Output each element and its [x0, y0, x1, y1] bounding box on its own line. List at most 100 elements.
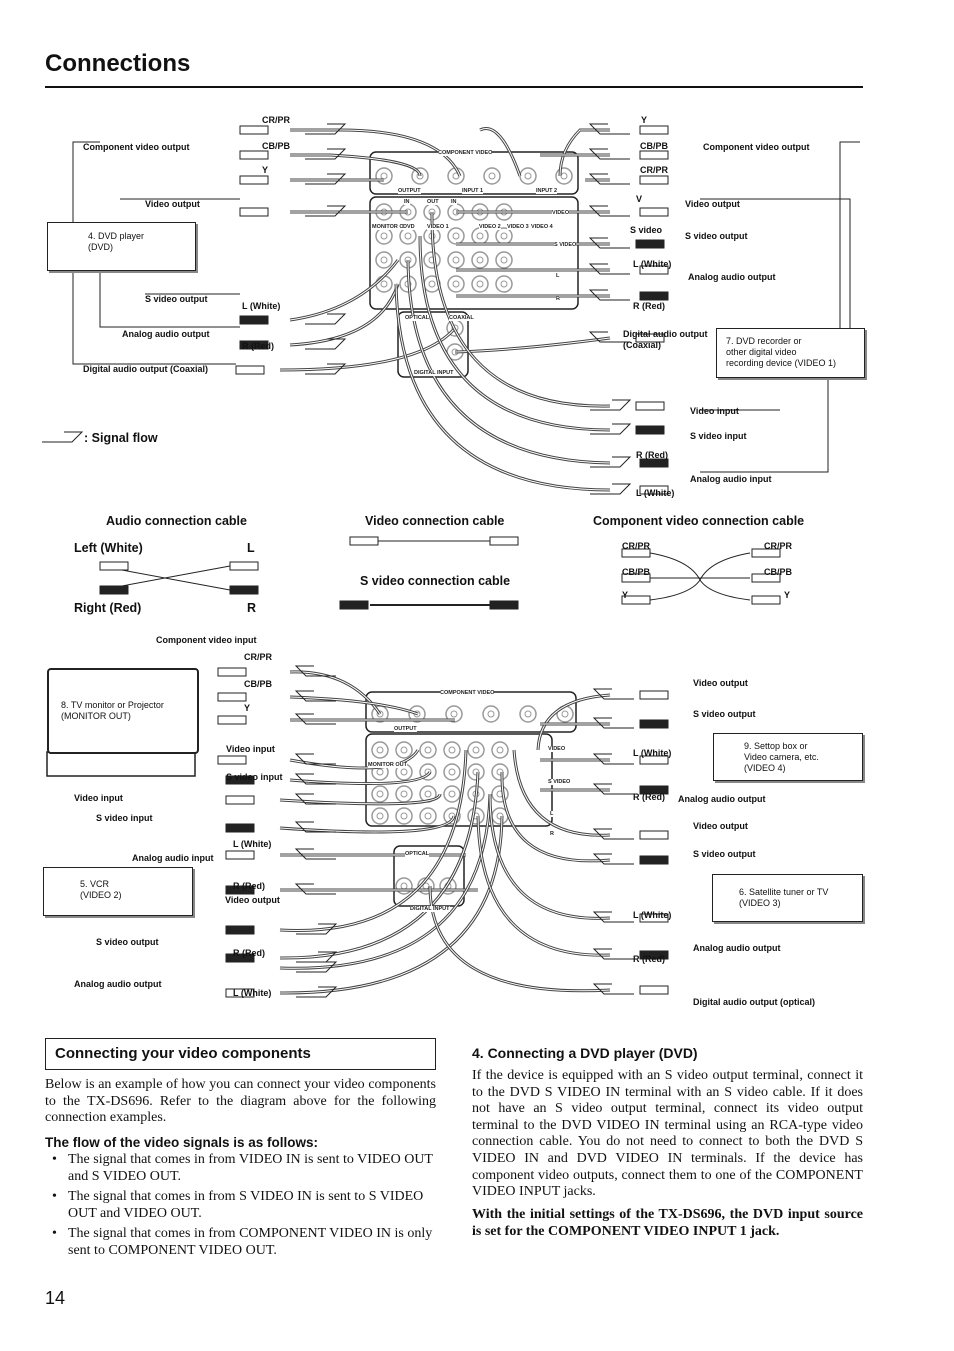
receiver-label-l: L — [550, 811, 554, 817]
diagram-label: L (White) — [233, 988, 272, 998]
diagram-label: S video output — [693, 709, 756, 719]
component-cable — [649, 552, 751, 601]
diagram-label: CR/PR — [622, 541, 651, 551]
receiver-label-digital-input: DIGITAL INPUT — [414, 370, 454, 376]
jack — [447, 275, 465, 293]
s-video-cable-title: S video connection cable — [360, 574, 511, 588]
diagram-label: Y — [641, 115, 648, 125]
signal-flow-arrow-icon — [42, 431, 84, 443]
rca-plug-icon — [639, 291, 669, 301]
device-label: 6. Satellite tuner or TV (VIDEO 3) — [739, 887, 829, 908]
receiver-label-optical: OPTICAL — [405, 315, 430, 321]
receiver-label-video: VIDEO — [548, 746, 566, 752]
device-label: 9. Settop box or Video camera, etc. (VID… — [744, 741, 819, 773]
signal-flow-legend: : Signal flow — [84, 431, 158, 445]
receiver-label-component-video: COMPONENT VIDEO — [440, 690, 495, 696]
jack — [495, 227, 513, 245]
receiver-label-s-video: S VIDEO — [548, 779, 571, 785]
jack — [491, 763, 509, 781]
rca-plug-icon — [225, 925, 255, 935]
flow-heading: The flow of the video signals is as foll… — [45, 1135, 319, 1150]
jack — [375, 227, 393, 245]
jack — [375, 251, 393, 269]
device-settop-box: 9. Settop box or Video camera, etc. (VID… — [713, 733, 863, 781]
intro-paragraph: Below is an example of how you can conne… — [45, 1077, 436, 1126]
diagram-label: Video output — [693, 678, 748, 688]
jack — [443, 785, 461, 803]
diagram-label: S video output — [145, 294, 208, 304]
jack — [371, 741, 389, 759]
jack — [443, 741, 461, 759]
receiver-label-monitor-out: MONITOR OUT — [368, 762, 408, 768]
receiver-label-dvd: DVD — [403, 224, 415, 230]
device-vcr: 5. VCR (VIDEO 2) — [43, 867, 193, 916]
diagram-label: Analog audio input — [690, 474, 772, 484]
diagram-label: Video output — [685, 199, 740, 209]
diagram-label: Video input — [74, 793, 123, 803]
jack — [399, 227, 417, 245]
device-label: 8. TV monitor or Projector (MONITOR OUT) — [61, 700, 164, 721]
diagram-label: R (Red) — [633, 301, 665, 311]
jack — [395, 877, 413, 895]
tv-stand — [46, 751, 196, 777]
diagram-label: Analog audio output — [688, 272, 776, 282]
jack — [395, 785, 413, 803]
rca-plug-icon — [225, 823, 255, 833]
connector-line — [700, 198, 851, 328]
rca-plug-icon — [229, 585, 259, 595]
diagram-label: CB/PB — [764, 567, 793, 577]
diagram-label: S video — [630, 225, 663, 235]
jack — [519, 167, 537, 185]
dvd-heading: 4. Connecting a DVD player (DVD) — [472, 1045, 698, 1061]
receiver-label-video: VIDEO — [552, 210, 570, 216]
diagram-label: Y — [244, 703, 251, 713]
rca-plug-icon — [235, 365, 265, 375]
cable — [477, 815, 611, 956]
diagram-label: CB/PB — [262, 141, 291, 151]
rca-plug-icon — [635, 425, 665, 435]
receiver-label-output: OUTPUT — [394, 726, 417, 732]
diagram-label: CR/PR — [244, 652, 273, 662]
rca-plug-icon — [239, 315, 269, 325]
jack — [467, 807, 485, 825]
diagram-label: L (White) — [633, 910, 672, 920]
diagram-label: L (White) — [633, 748, 672, 758]
diagram-label: Digital audio output (Coaxial) — [83, 364, 208, 374]
rca-plug-icon — [489, 536, 519, 546]
diagram-label: R (Red) — [242, 341, 274, 351]
diagram-label: R (Red) — [233, 881, 265, 891]
bullet-item: The signal that comes in from COMPONENT … — [45, 1226, 436, 1259]
jack — [447, 251, 465, 269]
jack — [375, 275, 393, 293]
rca-plug-icon — [217, 715, 247, 725]
rca-plug-icon — [225, 795, 255, 805]
rca-plug-icon — [639, 150, 669, 160]
diagram-label: CB/PB — [244, 679, 273, 689]
receiver-label-output: OUTPUT — [398, 188, 421, 194]
jack — [555, 167, 573, 185]
jack — [495, 275, 513, 293]
diagram-label: Component video output — [703, 142, 810, 152]
receiver-label-l: L — [556, 273, 560, 279]
device-dvd-player: 4. DVD player (DVD) — [47, 222, 196, 271]
diagram-label: CB/PB — [622, 567, 651, 577]
diagram-label: Analog audio output — [74, 979, 162, 989]
diagram-label: Analog audio output — [693, 943, 781, 953]
rca-plug-icon — [349, 536, 379, 546]
receiver-label-video1: VIDEO 1 — [427, 224, 449, 230]
rca-plug-icon — [489, 600, 519, 610]
jack — [447, 227, 465, 245]
rca-plug-icon — [639, 855, 669, 865]
cable — [454, 336, 611, 354]
diagram-label: Video input — [226, 744, 275, 754]
diagram-label: R (Red) — [636, 450, 668, 460]
rca-plug-icon — [239, 207, 269, 217]
receiver-label-component-video: COMPONENT VIDEO — [438, 150, 493, 156]
diagram-label: Video output — [225, 895, 280, 905]
receiver-label-video4: VIDEO 4 — [531, 224, 553, 230]
page-number: 14 — [45, 1288, 66, 1308]
jack — [371, 785, 389, 803]
jack — [519, 705, 537, 723]
diagram-label: Video output — [693, 821, 748, 831]
diagram-label: CR/PR — [764, 541, 793, 551]
